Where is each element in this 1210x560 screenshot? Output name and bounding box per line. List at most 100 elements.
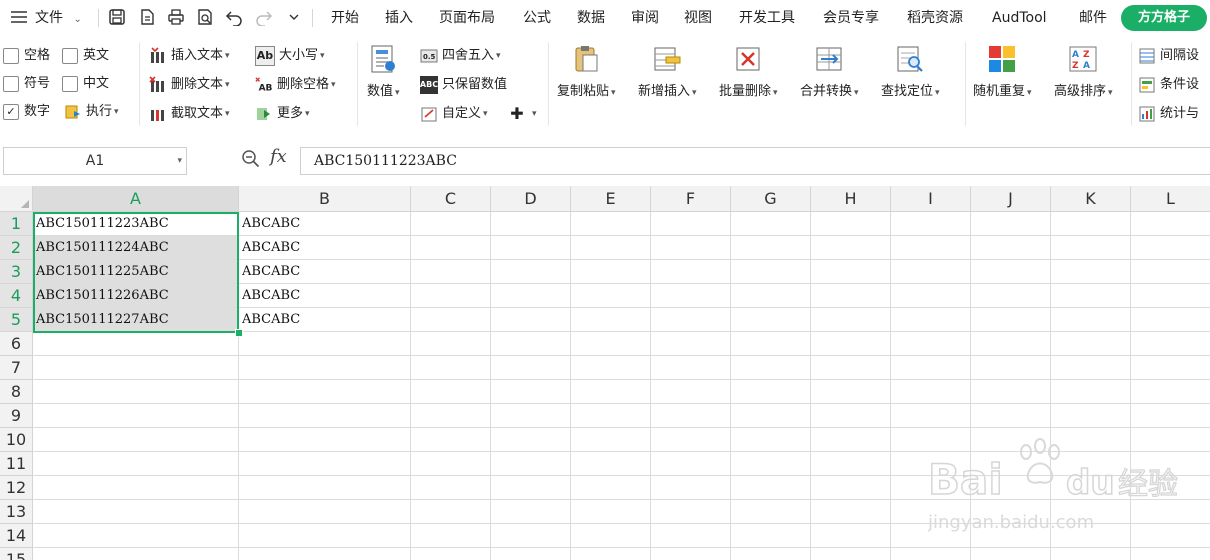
cell-j1[interactable] <box>971 212 1051 236</box>
cell-i5[interactable] <box>891 308 971 332</box>
row-header-10[interactable]: 10 <box>0 428 33 452</box>
cell-a15[interactable] <box>33 548 239 560</box>
cell-f15[interactable] <box>651 548 731 560</box>
cell-h11[interactable] <box>811 452 891 476</box>
cell-k11[interactable] <box>1051 452 1131 476</box>
cell-g2[interactable] <box>731 236 811 260</box>
row-header-5[interactable]: 5 <box>0 308 33 332</box>
checkbox-symbol[interactable]: 符号 <box>3 73 50 95</box>
cell-g10[interactable] <box>731 428 811 452</box>
cell-f12[interactable] <box>651 476 731 500</box>
tab-audtool[interactable]: AudTool <box>992 0 1047 36</box>
cell-h15[interactable] <box>811 548 891 560</box>
cell-a7[interactable] <box>33 356 239 380</box>
cell-b6[interactable] <box>239 332 411 356</box>
cell-h9[interactable] <box>811 404 891 428</box>
tab-formulas[interactable]: 公式 <box>523 0 551 36</box>
cell-d15[interactable] <box>491 548 571 560</box>
cell-h1[interactable] <box>811 212 891 236</box>
cell-e2[interactable] <box>571 236 651 260</box>
cell-j9[interactable] <box>971 404 1051 428</box>
cell-f13[interactable] <box>651 500 731 524</box>
cell-e14[interactable] <box>571 524 651 548</box>
cell-f14[interactable] <box>651 524 731 548</box>
cell-k8[interactable] <box>1051 380 1131 404</box>
cell-j13[interactable] <box>971 500 1051 524</box>
cell-c14[interactable] <box>411 524 491 548</box>
formula-input[interactable]: ABC150111223ABC <box>300 147 1210 175</box>
cell-l6[interactable] <box>1131 332 1210 356</box>
cell-l13[interactable] <box>1131 500 1210 524</box>
cell-b4[interactable]: ABCABC <box>239 284 411 308</box>
cell-f9[interactable] <box>651 404 731 428</box>
cell-l12[interactable] <box>1131 476 1210 500</box>
redo-icon[interactable] <box>253 6 275 28</box>
column-header-j[interactable]: J <box>971 186 1051 212</box>
checkbox-box[interactable] <box>3 76 19 92</box>
cell-e7[interactable] <box>571 356 651 380</box>
cell-d8[interactable] <box>491 380 571 404</box>
column-header-a[interactable]: A <box>33 186 239 212</box>
new-insert-button[interactable]: 新增插入 ▾ <box>638 44 697 99</box>
cell-i11[interactable] <box>891 452 971 476</box>
cell-i6[interactable] <box>891 332 971 356</box>
cell-g5[interactable] <box>731 308 811 332</box>
cell-b3[interactable]: ABCABC <box>239 260 411 284</box>
cell-c15[interactable] <box>411 548 491 560</box>
cell-a10[interactable] <box>33 428 239 452</box>
condition-setting-button[interactable]: 条件设 <box>1138 74 1199 96</box>
cell-k14[interactable] <box>1051 524 1131 548</box>
cell-j6[interactable] <box>971 332 1051 356</box>
cell-f2[interactable] <box>651 236 731 260</box>
cell-l8[interactable] <box>1131 380 1210 404</box>
save-icon[interactable] <box>106 6 128 28</box>
checkbox-english[interactable]: 英文 <box>62 45 109 67</box>
find-locate-button[interactable]: 查找定位 ▾ <box>881 44 940 99</box>
chevron-down-icon[interactable]: ▾ <box>177 148 182 174</box>
cell-h3[interactable] <box>811 260 891 284</box>
cell-b14[interactable] <box>239 524 411 548</box>
cell-d14[interactable] <box>491 524 571 548</box>
tab-data[interactable]: 数据 <box>577 0 605 36</box>
cell-c1[interactable] <box>411 212 491 236</box>
column-header-l[interactable]: L <box>1131 186 1210 212</box>
cell-a4[interactable]: ABC150111226ABC <box>33 284 239 308</box>
cell-a13[interactable] <box>33 500 239 524</box>
cell-d11[interactable] <box>491 452 571 476</box>
cell-c8[interactable] <box>411 380 491 404</box>
cell-h2[interactable] <box>811 236 891 260</box>
undo-icon[interactable] <box>223 6 245 28</box>
cell-k9[interactable] <box>1051 404 1131 428</box>
cell-l14[interactable] <box>1131 524 1210 548</box>
cell-k6[interactable] <box>1051 332 1131 356</box>
cell-i7[interactable] <box>891 356 971 380</box>
cell-l4[interactable] <box>1131 284 1210 308</box>
tab-view[interactable]: 视图 <box>684 0 712 36</box>
cell-g6[interactable] <box>731 332 811 356</box>
cell-b10[interactable] <box>239 428 411 452</box>
tab-review[interactable]: 审阅 <box>631 0 659 36</box>
cell-c12[interactable] <box>411 476 491 500</box>
cell-e13[interactable] <box>571 500 651 524</box>
tab-fangfanggezi[interactable]: 方方格子 <box>1121 5 1207 31</box>
cell-f4[interactable] <box>651 284 731 308</box>
cell-h12[interactable] <box>811 476 891 500</box>
column-header-d[interactable]: D <box>491 186 571 212</box>
row-header-1[interactable]: 1 <box>0 212 33 236</box>
cell-k15[interactable] <box>1051 548 1131 560</box>
cell-a2[interactable]: ABC150111224ABC <box>33 236 239 260</box>
cell-d13[interactable] <box>491 500 571 524</box>
cell-b15[interactable] <box>239 548 411 560</box>
cell-d7[interactable] <box>491 356 571 380</box>
checkbox-box[interactable] <box>3 48 19 64</box>
cell-e10[interactable] <box>571 428 651 452</box>
cell-c13[interactable] <box>411 500 491 524</box>
cell-e15[interactable] <box>571 548 651 560</box>
cell-a11[interactable] <box>33 452 239 476</box>
hamburger-menu-icon[interactable] <box>8 6 30 28</box>
batch-delete-button[interactable]: 批量删除 ▾ <box>719 44 778 99</box>
checkmark-icon[interactable]: ✓ <box>3 104 19 120</box>
cell-h10[interactable] <box>811 428 891 452</box>
cell-j11[interactable] <box>971 452 1051 476</box>
cell-h14[interactable] <box>811 524 891 548</box>
